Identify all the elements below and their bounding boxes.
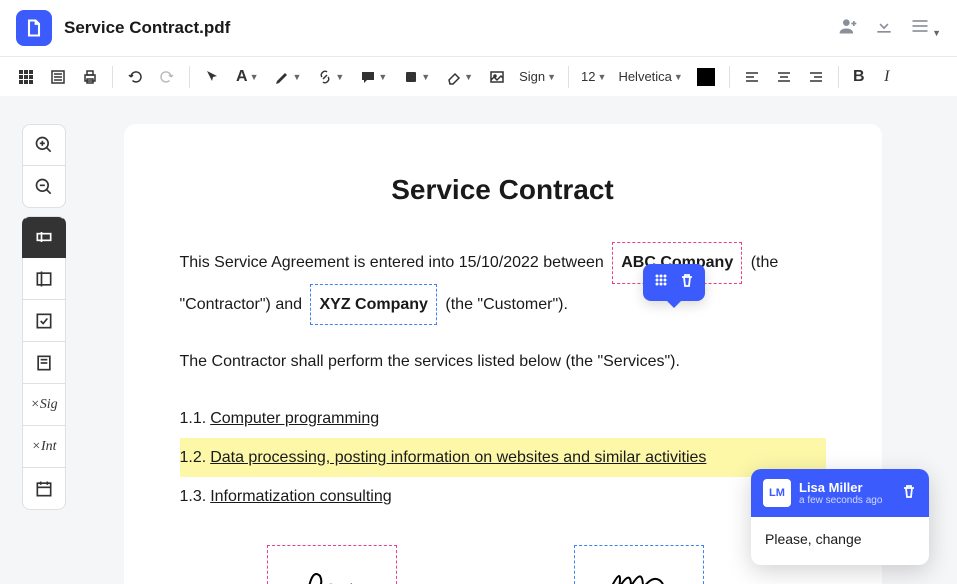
italic-icon[interactable]: I bbox=[875, 63, 899, 91]
image-icon[interactable] bbox=[483, 63, 511, 91]
add-user-icon[interactable] bbox=[838, 16, 858, 41]
commenter-avatar: LM bbox=[763, 479, 791, 507]
signature-block-1: Signature bbox=[180, 550, 407, 584]
app-logo[interactable] bbox=[16, 10, 52, 46]
comment-icon[interactable]: ▼ bbox=[354, 63, 393, 91]
menu-icon[interactable]: ▼ bbox=[910, 16, 941, 41]
font-size-select[interactable]: 12▼ bbox=[577, 63, 610, 91]
signature-field-2[interactable] bbox=[574, 545, 704, 584]
font-family-select[interactable]: Helvetica▼ bbox=[614, 63, 686, 91]
signature-block-2: Signature bbox=[487, 550, 714, 584]
signature-field-1[interactable] bbox=[267, 545, 397, 584]
delete-icon[interactable] bbox=[679, 272, 695, 293]
commenter-name: Lisa Miller bbox=[799, 480, 893, 496]
intro-paragraph: This Service Agreement is entered into 1… bbox=[180, 242, 826, 325]
toolbar: A▼ ▼ ▼ ▼ ▼ ▼ Sign▼ 12▼ Helvetica▼ B I bbox=[0, 56, 957, 96]
comment-popup: LM Lisa Miller a few seconds ago Please,… bbox=[751, 469, 929, 565]
comment-text: Please, change bbox=[751, 517, 929, 565]
stamp-icon[interactable]: ▼ bbox=[397, 63, 436, 91]
align-center-icon[interactable] bbox=[770, 63, 798, 91]
filename: Service Contract.pdf bbox=[64, 18, 230, 38]
drag-handle-icon[interactable] bbox=[653, 272, 669, 293]
services-list: 1.1.Computer programming 1.2.Data proces… bbox=[180, 399, 826, 517]
field-action-toolbar bbox=[643, 264, 705, 301]
undo-icon[interactable] bbox=[121, 63, 149, 91]
comment-time: a few seconds ago bbox=[799, 495, 893, 506]
color-picker[interactable] bbox=[691, 63, 721, 91]
align-left-icon[interactable] bbox=[738, 63, 766, 91]
service-item-highlighted: 1.2.Data processing, posting information… bbox=[180, 438, 826, 477]
service-item: 1.3.Informatization consulting bbox=[180, 477, 826, 516]
services-intro: The Contractor shall perform the service… bbox=[180, 345, 826, 379]
erase-icon[interactable]: ▼ bbox=[440, 63, 479, 91]
text-icon[interactable]: A▼ bbox=[230, 63, 264, 91]
align-right-icon[interactable] bbox=[802, 63, 830, 91]
document-title: Service Contract bbox=[180, 174, 826, 206]
customer-field[interactable]: XYZ Company bbox=[310, 284, 436, 326]
bold-icon[interactable]: B bbox=[847, 63, 871, 91]
redo-icon[interactable] bbox=[153, 63, 181, 91]
page-view-icon[interactable] bbox=[44, 63, 72, 91]
link-icon[interactable]: ▼ bbox=[311, 63, 350, 91]
print-icon[interactable] bbox=[76, 63, 104, 91]
left-toolbar: ×Sig ×Int bbox=[0, 96, 48, 584]
cursor-icon[interactable] bbox=[198, 63, 226, 91]
download-icon[interactable] bbox=[874, 16, 894, 41]
grid-view-icon[interactable] bbox=[12, 63, 40, 91]
delete-comment-icon[interactable] bbox=[901, 483, 917, 504]
highlight-icon[interactable]: ▼ bbox=[268, 63, 307, 91]
service-item: 1.1.Computer programming bbox=[180, 399, 826, 438]
app-header: Service Contract.pdf ▼ bbox=[0, 0, 957, 56]
sign-button[interactable]: Sign▼ bbox=[515, 63, 560, 91]
